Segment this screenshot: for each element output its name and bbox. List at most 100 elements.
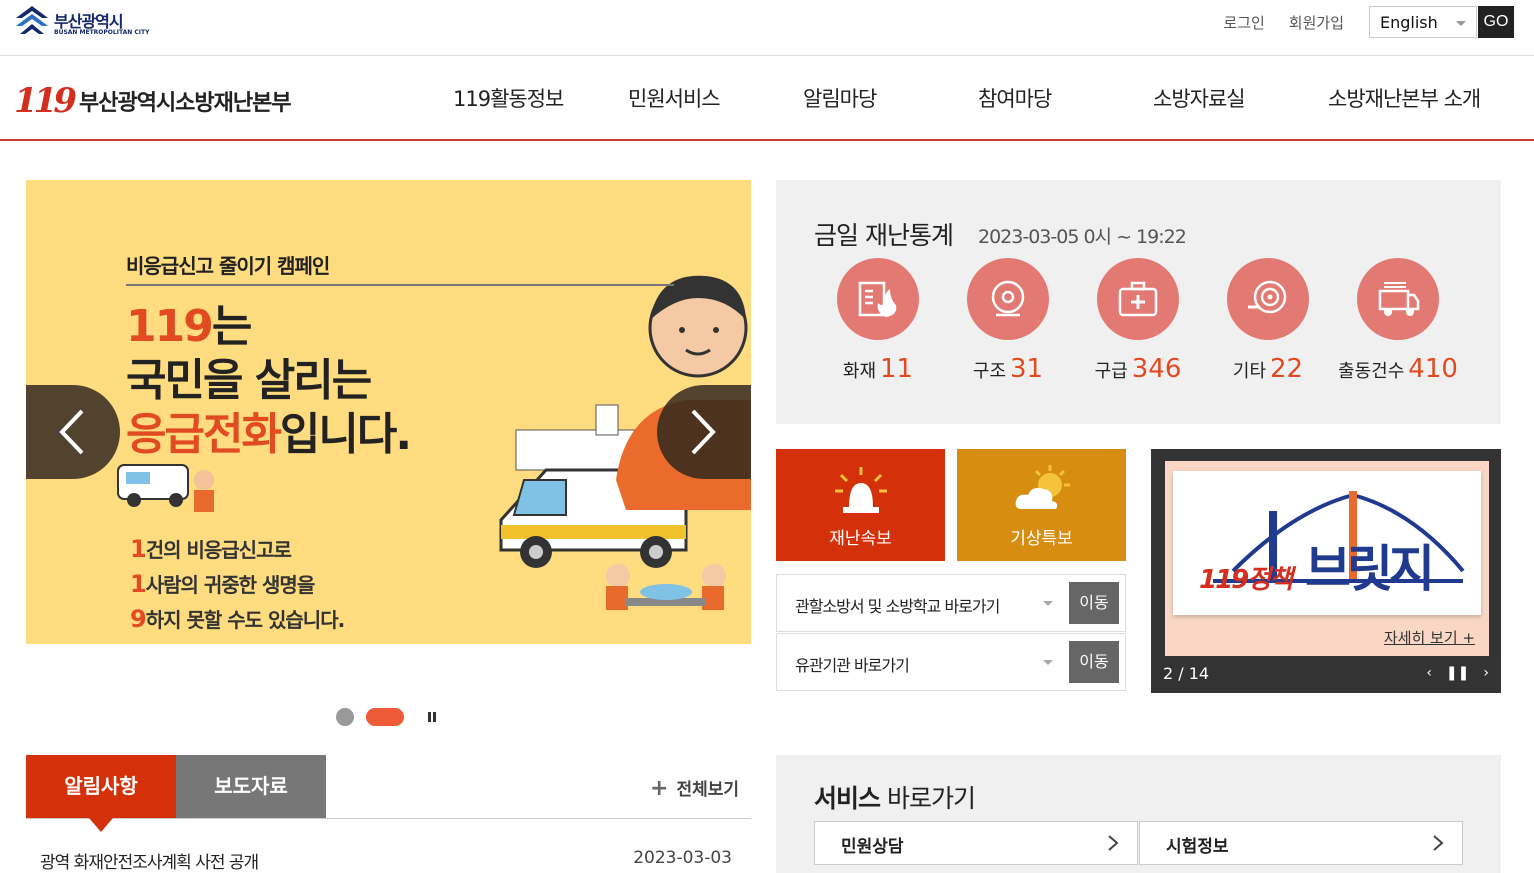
first-aid-icon <box>1118 281 1158 317</box>
service-consult[interactable]: 민원상담 <box>814 821 1138 865</box>
fire-hq-logo[interactable]: 119 부산광역시소방재난본부 <box>14 81 292 121</box>
sub-text: 사람의 귀중한 생명을 <box>145 573 316 597</box>
rescue-icon <box>991 280 1025 317</box>
stat-emergency-label: 구급 <box>1094 361 1128 382</box>
stat-emergency[interactable]: 구급 346 <box>1073 258 1203 384</box>
chevron-right-icon[interactable]: › <box>1483 665 1489 681</box>
disaster-alert-label: 재난속보 <box>829 529 892 549</box>
chevron-right-icon <box>1433 835 1444 851</box>
related-org-goto: 유관기관 바로가기 이동 <box>776 633 1126 691</box>
siren-icon <box>835 467 887 513</box>
promo-controls: ‹ ❚❚ › <box>1426 665 1489 681</box>
stat-other[interactable]: 기타 22 <box>1203 258 1333 384</box>
banner-prev-button[interactable] <box>26 385 120 479</box>
fire-station-go-button[interactable]: 이동 <box>1069 582 1119 624</box>
notice-date: 2023-03-03 <box>633 848 732 868</box>
stat-rescue-label: 구조 <box>972 361 1007 382</box>
service-exam-info[interactable]: 시험정보 <box>1139 821 1463 865</box>
headline-line2: 국민을 살리는 <box>126 355 372 406</box>
main-header: 119 부산광역시소방재난본부 119활동정보 민원서비스 알림마당 참여마당 … <box>0 57 1534 141</box>
headline-line3: 입니다. <box>279 409 412 460</box>
nav-activity-info[interactable]: 119활동정보 <box>453 83 564 113</box>
stat-fire-label: 화재 <box>842 361 877 382</box>
city-subname: BUSAN METROPOLITAN CITY <box>54 29 150 36</box>
headline-emergency: 응급전화 <box>126 409 282 460</box>
chevron-left-icon[interactable]: ‹ <box>1426 665 1432 681</box>
services-title-rest: 바로가기 <box>886 784 976 813</box>
sub-text: 건의 비응급신고로 <box>145 538 292 562</box>
banner-divider <box>126 284 674 286</box>
pause-icon[interactable]: ❚❚ <box>1446 665 1469 681</box>
weather-alert-tile[interactable]: 기상특보 <box>957 449 1126 561</box>
caret-down-icon <box>1456 21 1466 26</box>
stat-emergency-value: 346 <box>1131 354 1182 384</box>
stat-other-label: 기타 <box>1232 361 1267 382</box>
stat-rescue-circle <box>967 258 1049 340</box>
caret-down-icon <box>1043 601 1053 606</box>
weather-alert-label: 기상특보 <box>1010 529 1073 549</box>
disaster-stats-panel: 금일 재난통계 2023-03-05 0시 ~ 19:22 화재 11 구조 31 <box>776 180 1501 424</box>
headline-119: 119 <box>126 301 214 352</box>
headline-line1: 는 <box>211 301 253 352</box>
chevron-right-icon <box>1108 835 1119 851</box>
sub-number: 9 <box>130 605 147 633</box>
stat-fire-value: 11 <box>880 354 914 384</box>
services-title-bold: 서비스 <box>814 784 881 813</box>
sub-number: 1 <box>130 535 147 563</box>
signup-link[interactable]: 회원가입 <box>1289 12 1344 33</box>
nav-notice-board[interactable]: 알림마당 <box>803 83 877 113</box>
nav-participation[interactable]: 참여마당 <box>978 83 1052 113</box>
org-name: 부산광역시소방재난본부 <box>78 91 292 116</box>
language-select[interactable]: English <box>1369 6 1477 38</box>
stats-date: 2023-03-05 0시 ~ 19:22 <box>978 226 1187 248</box>
main-banner[interactable]: 비응급신고 줄이기 캠페인 119는 국민을 살리는 응급전화입니다. 1건의 … <box>26 180 751 644</box>
promo-title: 브릿지 <box>1305 540 1435 598</box>
top-bar: 부산광역시 BUSAN METROPOLITAN CITY 로그인 회원가입 E… <box>0 0 1534 56</box>
login-link[interactable]: 로그인 <box>1223 12 1264 33</box>
promo-badge: 119정책 <box>1199 565 1293 595</box>
sub-text: 하지 못할 수도 있습니다. <box>145 608 345 632</box>
busan-city-logo[interactable]: 부산광역시 BUSAN METROPOLITAN CITY <box>14 4 154 40</box>
stat-fire[interactable]: 화재 11 <box>813 258 943 384</box>
slide-dot-2[interactable] <box>366 708 404 726</box>
sub-number: 1 <box>130 570 147 598</box>
stat-other-value: 22 <box>1270 354 1304 384</box>
fire-station-select[interactable]: 관할소방서 및 소방학교 바로가기 <box>795 593 1000 617</box>
stat-fire-circle <box>837 258 919 340</box>
language-go-button[interactable]: GO <box>1478 6 1514 38</box>
banner-next-button[interactable] <box>657 385 751 479</box>
fire-truck-icon <box>1378 282 1420 316</box>
related-org-select[interactable]: 유관기관 바로가기 <box>795 652 910 676</box>
chevron-right-icon <box>691 409 716 455</box>
fire-station-goto: 관할소방서 및 소방학교 바로가기 이동 <box>776 574 1126 632</box>
related-org-go-button[interactable]: 이동 <box>1069 641 1119 683</box>
banner-pagination <box>336 708 438 726</box>
notice-title: 광역 화재안전조사계획 사전 공개 <box>40 853 259 873</box>
banner-subtext: 1건의 비응급신고로 1사람의 귀중한 생명을 9하지 못할 수도 있습니다. <box>130 532 345 637</box>
tab-notice[interactable]: 알림사항 <box>26 755 176 832</box>
stat-dispatch-value: 410 <box>1408 354 1458 384</box>
pause-icon[interactable] <box>426 710 438 724</box>
view-all-link[interactable]: + 전체보기 <box>650 775 739 801</box>
logo-119: 119 <box>14 81 77 121</box>
disaster-alert-tile[interactable]: 재난속보 <box>776 449 945 561</box>
stat-rescue[interactable]: 구조 31 <box>943 258 1073 384</box>
services-title: 서비스 바로가기 <box>814 779 976 815</box>
stat-emergency-circle <box>1097 258 1179 340</box>
promo-slide[interactable]: 119정책 브릿지 자세히 보기 + <box>1165 461 1489 656</box>
slide-dot-1[interactable] <box>336 708 354 726</box>
stat-dispatch[interactable]: 출동건수 410 <box>1333 258 1463 384</box>
stat-dispatch-label: 출동건수 <box>1338 361 1405 382</box>
nav-resources[interactable]: 소방자료실 <box>1153 83 1246 113</box>
caret-down-icon <box>1043 660 1053 665</box>
nav-civil-service[interactable]: 민원서비스 <box>628 83 721 113</box>
tab-press[interactable]: 보도자료 <box>176 755 326 818</box>
main-nav: 119활동정보 민원서비스 알림마당 참여마당 소방자료실 소방재난본부 소개 <box>430 83 1520 113</box>
hose-icon <box>1248 280 1287 314</box>
stats-title: 금일 재난통계 <box>814 221 954 250</box>
list-item[interactable]: 광역 화재안전조사계획 사전 공개 2023-03-03 <box>26 840 738 873</box>
promo-more-link[interactable]: 자세히 보기 + <box>1384 627 1475 648</box>
stat-other-circle <box>1227 258 1309 340</box>
language-value: English <box>1380 13 1438 32</box>
nav-about[interactable]: 소방재난본부 소개 <box>1328 83 1481 113</box>
